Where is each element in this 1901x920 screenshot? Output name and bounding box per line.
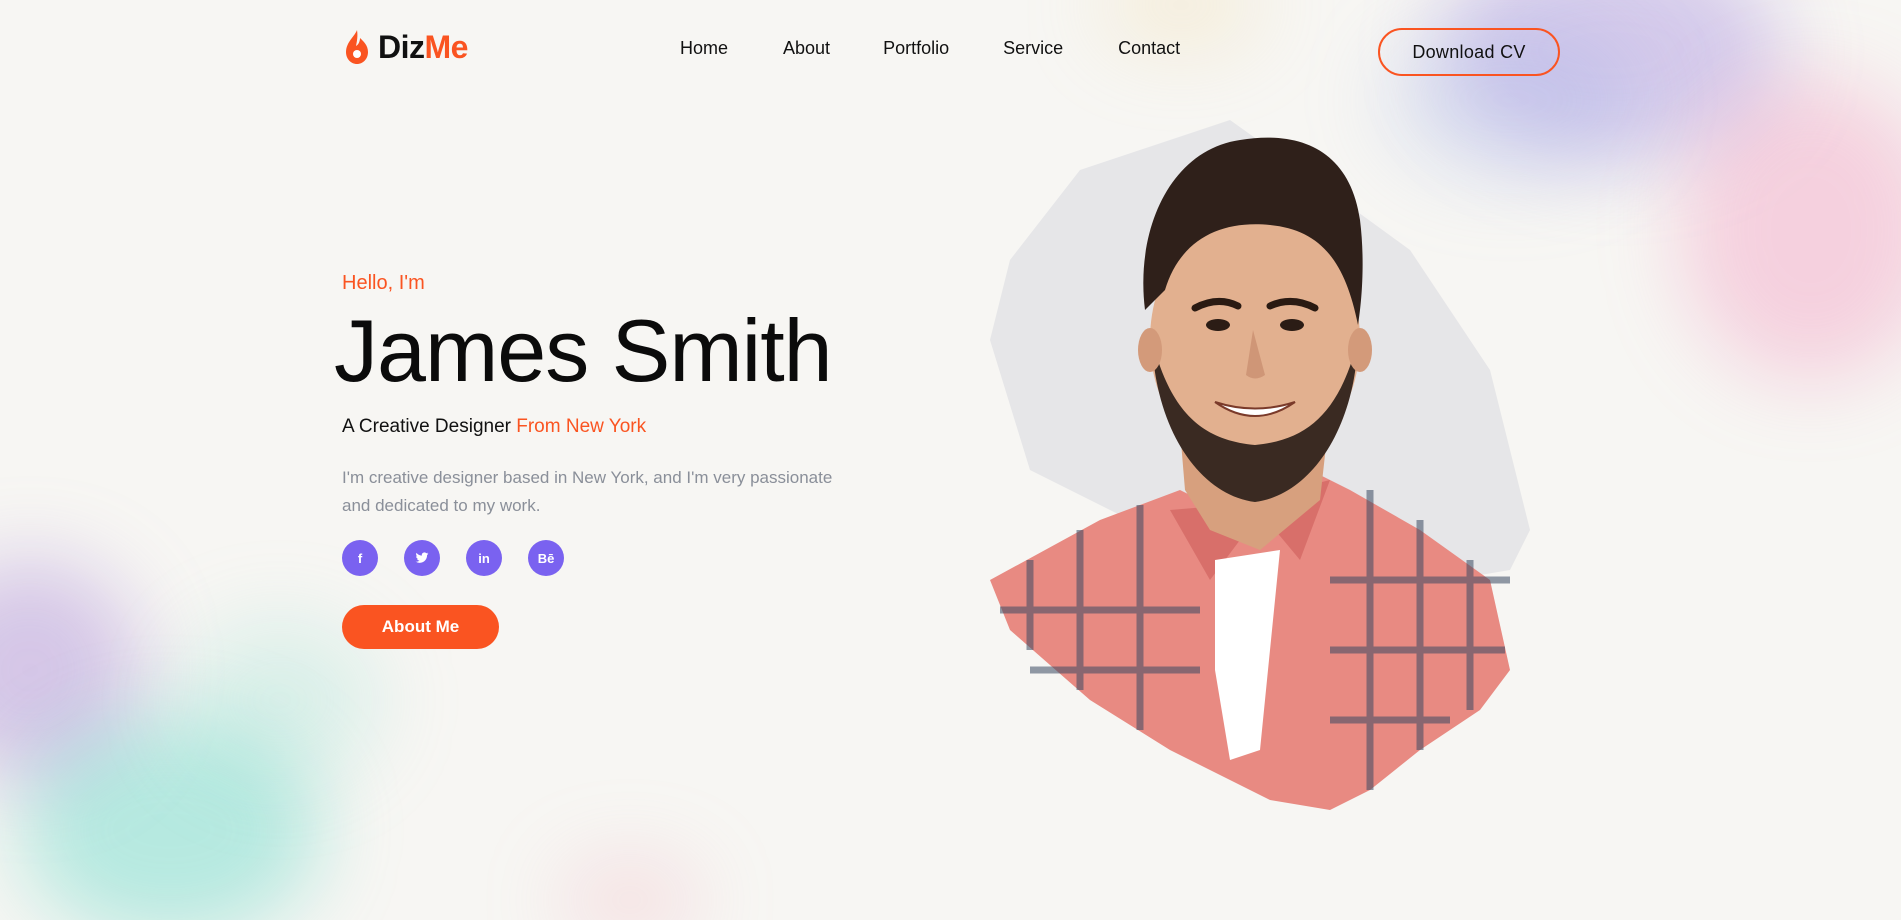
nav-item-service[interactable]: Service (1003, 38, 1063, 59)
hero-name: James Smith (334, 301, 833, 400)
subtitle-prefix: A Creative Designer (342, 416, 517, 437)
logo[interactable]: DizMe (342, 28, 468, 66)
nav-item-portfolio[interactable]: Portfolio (883, 38, 949, 59)
hero-subtitle: A Creative Designer From New York (342, 416, 646, 438)
linkedin-glyph: in (478, 550, 490, 566)
linkedin-icon[interactable]: in (466, 540, 502, 576)
facebook-icon[interactable]: f (342, 540, 378, 576)
background-splash (0, 560, 140, 780)
portrait-illustration (990, 120, 1530, 810)
behance-icon[interactable]: Bē (528, 540, 564, 576)
logo-text-part2: Me (424, 29, 469, 65)
background-splash (20, 720, 320, 920)
behance-glyph: Bē (537, 550, 555, 566)
background-splash (560, 860, 700, 920)
hero-greeting: Hello, I'm (342, 272, 425, 294)
social-links: f in Bē (342, 540, 564, 576)
nav-item-about[interactable]: About (783, 38, 830, 59)
nav-item-contact[interactable]: Contact (1118, 38, 1180, 59)
logo-text-part1: Diz (378, 29, 425, 65)
hero-description: I'm creative designer based in New York,… (342, 468, 833, 515)
hero-portrait (970, 110, 1530, 810)
about-me-button[interactable]: About Me (342, 605, 499, 649)
facebook-glyph: f (357, 550, 363, 566)
twitter-icon[interactable] (404, 540, 440, 576)
site-header: DizMe Home About Portfolio Service Conta… (0, 0, 1901, 104)
main-nav: Home About Portfolio Service Contact (680, 38, 1180, 59)
subtitle-highlight: From New York (516, 416, 647, 437)
logo-text: DizMe (378, 31, 468, 63)
flame-logo-icon (346, 30, 368, 64)
background-splash (1681, 80, 1901, 380)
nav-item-home[interactable]: Home (680, 38, 728, 59)
twitter-bird-icon (415, 552, 429, 563)
download-cv-button[interactable]: Download CV (1378, 28, 1560, 76)
